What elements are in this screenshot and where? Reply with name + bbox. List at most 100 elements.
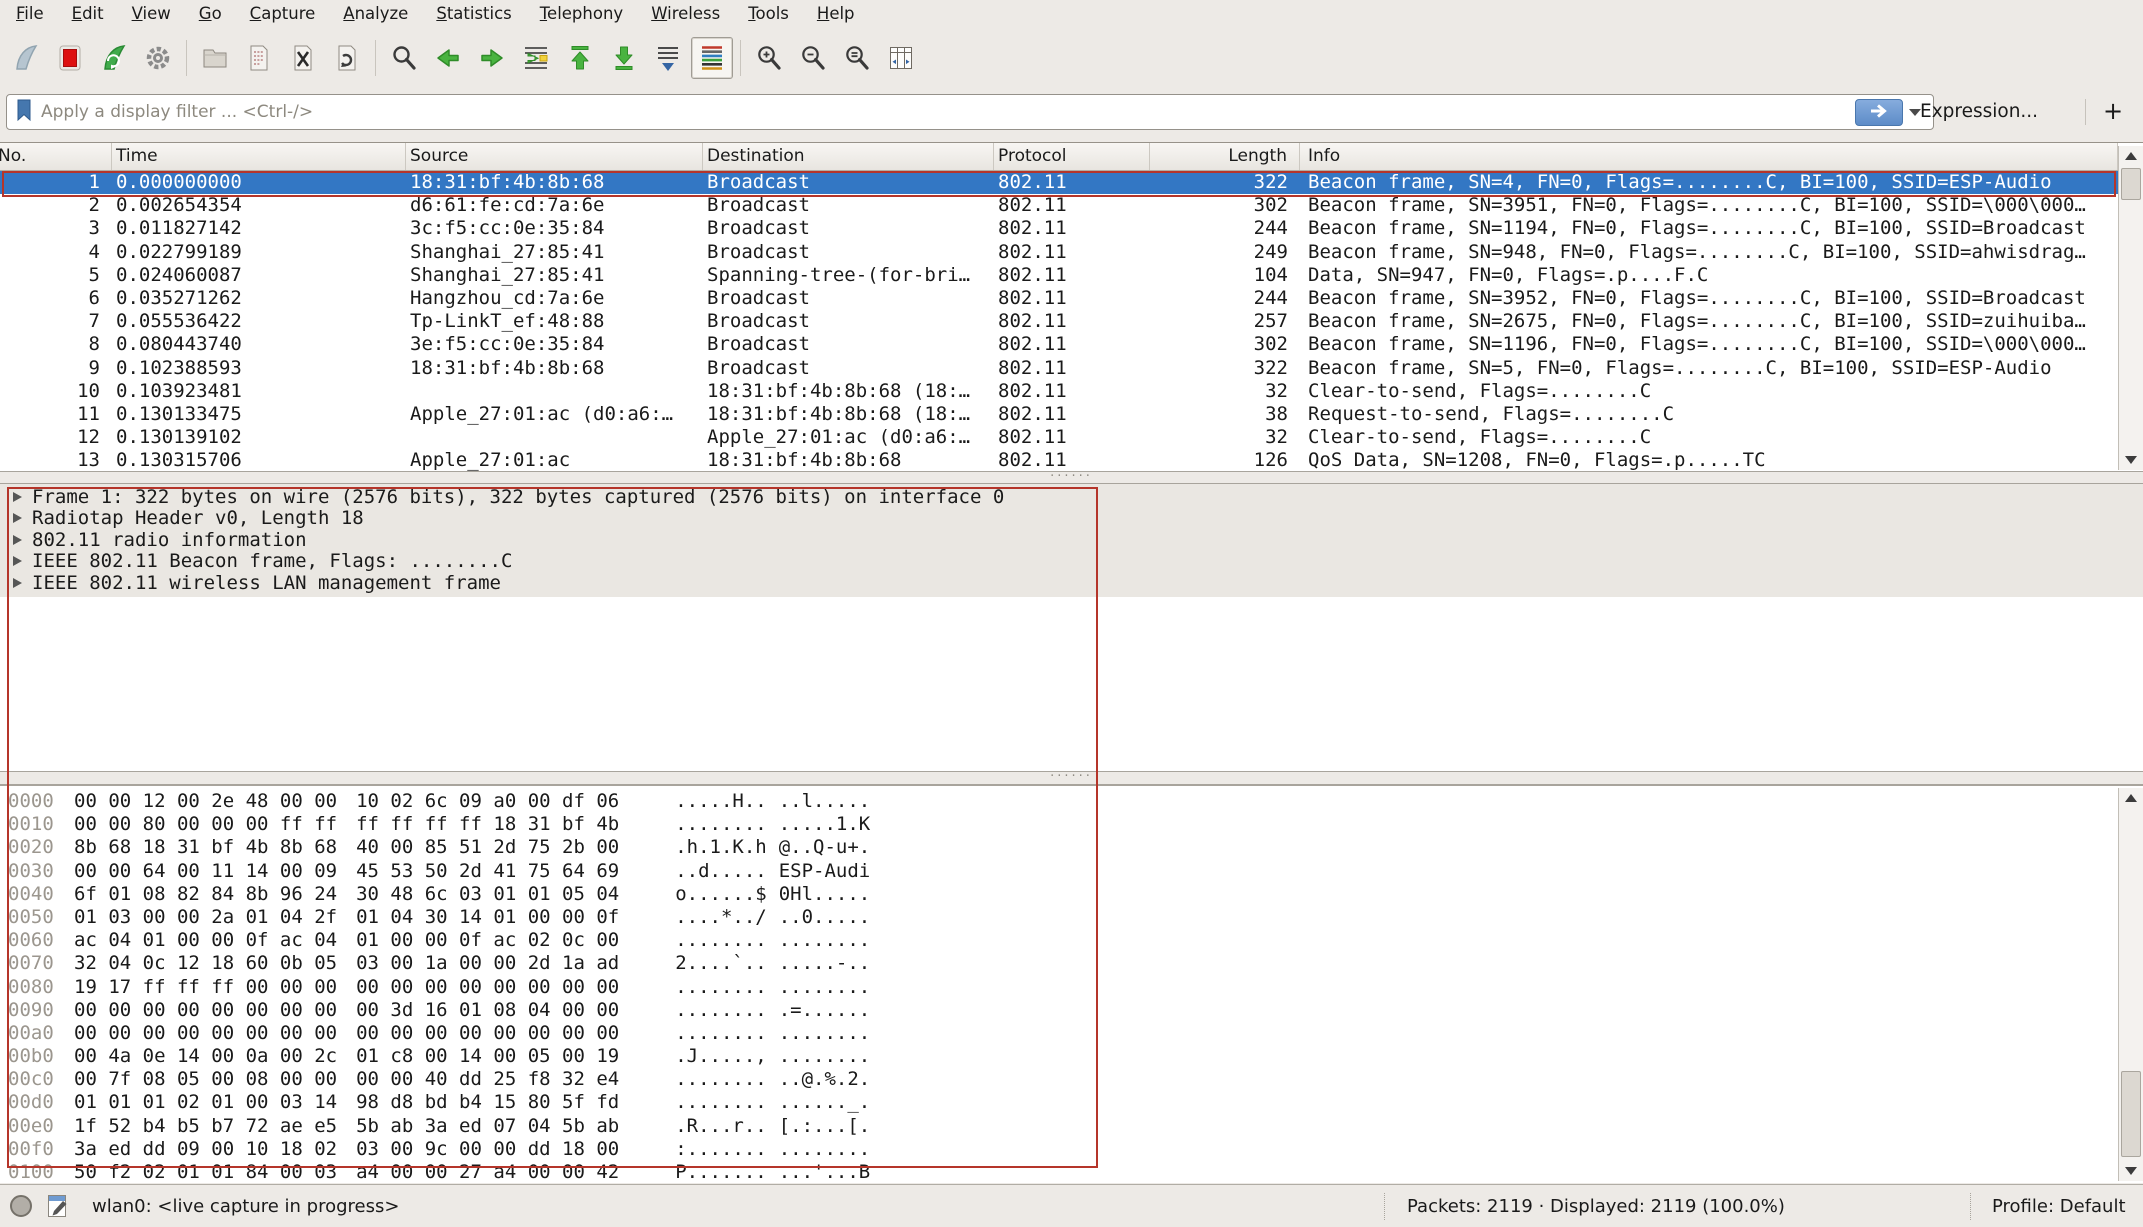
open-file-button[interactable] [194, 37, 236, 79]
hex-row[interactable]: 00d001 01 01 02 01 00 03 1498 d8 bd b4 1… [8, 1091, 2143, 1114]
hex-row[interactable]: 007032 04 0c 12 18 60 0b 0503 00 1a 00 0… [8, 952, 2143, 975]
detail-row[interactable]: Radiotap Header v0, Length 18 [0, 508, 2143, 530]
scroll-down-button[interactable] [2119, 450, 2143, 470]
detail-tree: Frame 1: 322 bytes on wire (2576 bits), … [0, 484, 2143, 597]
hex-row[interactable]: 001000 00 80 00 00 00 ff ffff ff ff ff 1… [8, 813, 2143, 836]
hex-row[interactable]: 00a000 00 00 00 00 00 00 0000 00 00 00 0… [8, 1022, 2143, 1045]
detail-row[interactable]: IEEE 802.11 wireless LAN management fram… [0, 572, 2143, 594]
zoom-in-button[interactable] [748, 37, 790, 79]
hex-row[interactable]: 010050 f2 02 01 01 84 00 03a4 00 00 27 a… [8, 1161, 2143, 1183]
detail-bytes-splitter[interactable]: ······ [0, 771, 2143, 785]
menu-statistics[interactable]: Statistics [422, 2, 525, 25]
detail-row[interactable]: 802.11 radio information [0, 529, 2143, 551]
packet-row[interactable]: 130.130315706Apple_27:01:ac18:31:bf:4b:8… [0, 449, 2118, 471]
capture-comment-icon[interactable] [46, 1193, 70, 1224]
expression-button[interactable]: Expression... [1920, 89, 2038, 135]
packet-row[interactable]: 100.10392348118:31:bf:4b:8b:68 (18:…802.… [0, 380, 2118, 403]
detail-row[interactable]: Frame 1: 322 bytes on wire (2576 bits), … [0, 486, 2143, 508]
hex-row[interactable]: 008019 17 ff ff ff 00 00 0000 00 00 00 0… [8, 976, 2143, 999]
stop-capture-button[interactable] [49, 37, 91, 79]
packet-bytes-pane: 000000 00 12 00 2e 48 00 0010 02 6c 09 a… [0, 785, 2143, 1183]
scroll-up-button[interactable] [2119, 146, 2143, 166]
scroll-up-button[interactable] [2119, 788, 2143, 808]
expander-icon[interactable] [13, 513, 22, 523]
go-last-packet-button[interactable] [603, 37, 645, 79]
packet-row[interactable]: 70.055536422Tp-LinkT_ef:48:88Broadcast80… [0, 310, 2118, 333]
hex-row[interactable]: 005001 03 00 00 2a 01 04 2f01 04 30 14 0… [8, 906, 2143, 929]
expander-icon[interactable] [13, 492, 22, 502]
go-back-button[interactable] [427, 37, 469, 79]
hex-row[interactable]: 000000 00 12 00 2e 48 00 0010 02 6c 09 a… [8, 790, 2143, 813]
resize-columns-button[interactable] [880, 37, 922, 79]
detail-row[interactable]: IEEE 802.11 Beacon frame, Flags: .......… [0, 551, 2143, 573]
packet-row[interactable]: 120.130139102Apple_27:01:ac (d0:a6:…802.… [0, 426, 2118, 449]
filter-bookmark-button[interactable] [7, 97, 41, 127]
hex-row[interactable]: 00f03a ed dd 09 00 10 18 0203 00 9c 00 0… [8, 1138, 2143, 1161]
close-file-button[interactable] [282, 37, 324, 79]
menu-capture[interactable]: Capture [236, 2, 330, 25]
find-packet-button[interactable] [383, 37, 425, 79]
packet-row[interactable]: 40.022799189Shanghai_27:85:41Broadcast80… [0, 241, 2118, 264]
profile-button[interactable]: Profile: Default [1992, 1185, 2126, 1227]
scroll-down-button[interactable] [2119, 1161, 2143, 1181]
menu-view[interactable]: View [118, 2, 185, 25]
hex-row[interactable]: 00c000 7f 08 05 00 08 00 0000 00 40 dd 2… [8, 1068, 2143, 1091]
packet-row[interactable]: 30.0118271423c:f5:cc:0e:35:84Broadcast80… [0, 217, 2118, 240]
list-detail-splitter[interactable]: ······ [0, 471, 2143, 484]
hex-row[interactable]: 00e01f 52 b4 b5 b7 72 ae e55b ab 3a ed 0… [8, 1115, 2143, 1138]
packet-row[interactable]: 60.035271262Hangzhou_cd:7a:6eBroadcast80… [0, 287, 2118, 310]
hex-row[interactable]: 00406f 01 08 82 84 8b 96 2430 48 6c 03 0… [8, 883, 2143, 906]
column-header-time[interactable]: Time [112, 143, 406, 170]
go-to-packet-button[interactable] [515, 37, 557, 79]
reload-file-button[interactable] [326, 37, 368, 79]
restart-capture-button[interactable] [93, 37, 135, 79]
hex-row[interactable]: 00208b 68 18 31 bf 4b 8b 6840 00 85 51 2… [8, 836, 2143, 859]
packet-row[interactable]: 50.024060087Shanghai_27:85:41Spanning-tr… [0, 264, 2118, 287]
column-header-info[interactable]: Info [1300, 143, 2118, 170]
save-file-button[interactable] [238, 37, 280, 79]
zoom-original-button[interactable] [836, 37, 878, 79]
packet-row[interactable]: 110.130133475Apple_27:01:ac (d0:a6:…18:3… [0, 403, 2118, 426]
expert-info-icon[interactable] [10, 1195, 32, 1217]
packet-row[interactable]: 20.002654354d6:61:fe:cd:7a:6eBroadcast80… [0, 194, 2118, 217]
hex-row[interactable]: 003000 00 64 00 11 14 00 0945 53 50 2d 4… [8, 860, 2143, 883]
auto-scroll-button[interactable] [647, 37, 689, 79]
display-filter-field[interactable] [6, 94, 1934, 130]
go-first-packet-button[interactable] [559, 37, 601, 79]
add-filter-button[interactable]: + [2096, 89, 2130, 135]
zoom-in-icon [754, 43, 784, 73]
menu-analyze[interactable]: Analyze [329, 2, 422, 25]
menu-edit[interactable]: Edit [58, 2, 118, 25]
scrollbar-thumb[interactable] [2121, 168, 2141, 200]
zoom-out-button[interactable] [792, 37, 834, 79]
column-header-destination[interactable]: Destination [703, 143, 994, 170]
packet-row[interactable]: 90.10238859318:31:bf:4b:8b:68Broadcast80… [0, 357, 2118, 380]
menu-wireless[interactable]: Wireless [637, 2, 734, 25]
column-header-protocol[interactable]: Protocol [994, 143, 1150, 170]
column-header-length[interactable]: Length [1150, 143, 1300, 170]
expander-icon[interactable] [13, 535, 22, 545]
expander-icon[interactable] [13, 556, 22, 566]
menu-go[interactable]: Go [185, 2, 236, 25]
apply-filter-button[interactable] [1855, 99, 1903, 126]
menu-tools[interactable]: Tools [734, 2, 803, 25]
hex-row[interactable]: 00b000 4a 0e 14 00 0a 00 2c01 c8 00 14 0… [8, 1045, 2143, 1068]
expander-icon[interactable] [13, 578, 22, 588]
menu-help[interactable]: Help [803, 2, 869, 25]
filter-input[interactable] [41, 102, 1855, 122]
start-capture-button[interactable] [5, 37, 47, 79]
packet-row[interactable]: 80.0804437403e:f5:cc:0e:35:84Broadcast80… [0, 333, 2118, 356]
hex-row[interactable]: 009000 00 00 00 00 00 00 0000 3d 16 01 0… [8, 999, 2143, 1022]
column-header-source[interactable]: Source [406, 143, 703, 170]
hex-row[interactable]: 0060ac 04 01 00 00 0f ac 0401 00 00 0f a… [8, 929, 2143, 952]
packet-list-scrollbar[interactable] [2118, 146, 2143, 470]
scrollbar-thumb[interactable] [2121, 1071, 2141, 1157]
menu-file[interactable]: File [2, 2, 58, 25]
capture-options-button[interactable] [137, 37, 179, 79]
colorize-button[interactable] [691, 37, 733, 79]
column-header-no[interactable]: No. [0, 143, 112, 170]
go-forward-button[interactable] [471, 37, 513, 79]
packet-row[interactable]: 10.00000000018:31:bf:4b:8b:68Broadcast80… [0, 171, 2118, 194]
menu-telephony[interactable]: Telephony [526, 2, 637, 25]
hex-scrollbar[interactable] [2118, 788, 2143, 1181]
